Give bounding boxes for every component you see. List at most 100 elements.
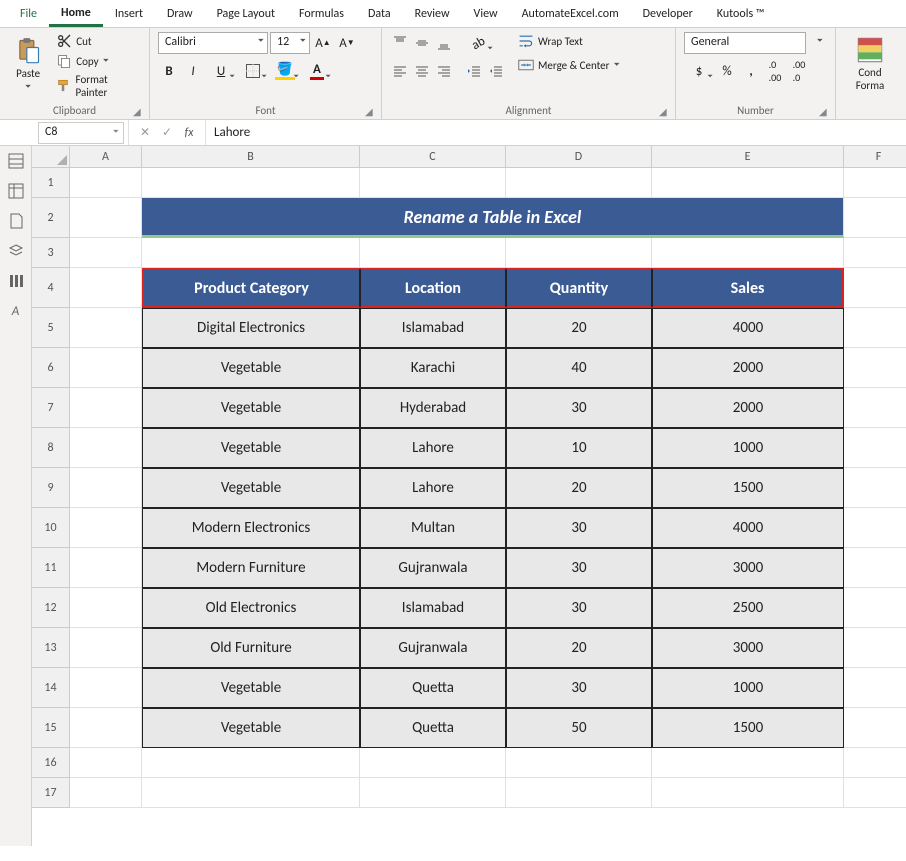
format-painter-button[interactable]: Format Painter bbox=[54, 72, 141, 100]
cell-F10[interactable] bbox=[844, 508, 906, 548]
title-banner[interactable]: Rename a Table in Excel bbox=[142, 198, 844, 238]
cell-F6[interactable] bbox=[844, 348, 906, 388]
cut-button[interactable]: Cut bbox=[54, 32, 141, 50]
cell-E1[interactable] bbox=[652, 168, 844, 198]
side-icon-6[interactable]: A bbox=[7, 302, 25, 320]
formula-input[interactable]: Lahore bbox=[206, 123, 906, 142]
table-cell[interactable]: Gujranwala bbox=[360, 548, 506, 588]
table-cell[interactable]: Multan bbox=[360, 508, 506, 548]
copy-button[interactable]: Copy ⏷ bbox=[54, 52, 141, 70]
merge-center-button[interactable]: Merge & Center ⏷ bbox=[516, 56, 622, 74]
cell-A8[interactable] bbox=[70, 428, 142, 468]
cell-F15[interactable] bbox=[844, 708, 906, 748]
increase-font-button[interactable]: A▲ bbox=[312, 32, 334, 54]
cell-A1[interactable] bbox=[70, 168, 142, 198]
cell-A15[interactable] bbox=[70, 708, 142, 748]
italic-button[interactable]: I bbox=[182, 60, 204, 82]
table-cell[interactable]: Quetta bbox=[360, 668, 506, 708]
decrease-font-button[interactable]: A▼ bbox=[336, 32, 358, 54]
cell-A14[interactable] bbox=[70, 668, 142, 708]
number-launcher-icon[interactable]: ◢ bbox=[819, 105, 831, 117]
cell-B3[interactable] bbox=[142, 238, 360, 268]
cell-D3[interactable] bbox=[506, 238, 652, 268]
col-header-B[interactable]: B bbox=[142, 146, 360, 168]
cell-A16[interactable] bbox=[70, 748, 142, 778]
table-cell[interactable]: 1000 bbox=[652, 668, 844, 708]
tab-home[interactable]: Home bbox=[49, 1, 103, 27]
decrease-decimal-button[interactable]: .00.0 bbox=[788, 60, 810, 82]
table-cell[interactable]: 1500 bbox=[652, 708, 844, 748]
row-header-4[interactable]: 4 bbox=[32, 268, 70, 308]
cell-D16[interactable] bbox=[506, 748, 652, 778]
cell-E17[interactable] bbox=[652, 778, 844, 808]
table-cell[interactable]: 30 bbox=[506, 548, 652, 588]
cell-A9[interactable] bbox=[70, 468, 142, 508]
insert-function-button[interactable]: fx bbox=[179, 123, 199, 143]
tab-developer[interactable]: Developer bbox=[631, 2, 705, 25]
align-top-button[interactable] bbox=[390, 32, 410, 54]
table-cell[interactable]: 4000 bbox=[652, 308, 844, 348]
cell-F8[interactable] bbox=[844, 428, 906, 468]
row-header-10[interactable]: 10 bbox=[32, 508, 70, 548]
table-cell[interactable]: Modern Furniture bbox=[142, 548, 360, 588]
table-cell[interactable]: Vegetable bbox=[142, 348, 360, 388]
table-cell[interactable]: 30 bbox=[506, 508, 652, 548]
table-cell[interactable]: 10 bbox=[506, 428, 652, 468]
cell-F13[interactable] bbox=[844, 628, 906, 668]
cell-A4[interactable] bbox=[70, 268, 142, 308]
row-header-17[interactable]: 17 bbox=[32, 778, 70, 808]
table-cell[interactable]: Hyderabad bbox=[360, 388, 506, 428]
table-header[interactable]: Product Category bbox=[142, 268, 360, 308]
cancel-formula-button[interactable]: ✕ bbox=[135, 123, 155, 143]
select-all-corner[interactable] bbox=[32, 146, 70, 168]
table-cell[interactable]: 3000 bbox=[652, 548, 844, 588]
wrap-text-button[interactable]: Wrap Text bbox=[516, 32, 622, 50]
align-bottom-button[interactable] bbox=[434, 32, 454, 54]
enter-formula-button[interactable]: ✓ bbox=[157, 123, 177, 143]
clipboard-launcher-icon[interactable]: ◢ bbox=[133, 105, 145, 117]
cell-B16[interactable] bbox=[142, 748, 360, 778]
table-cell[interactable]: 3000 bbox=[652, 628, 844, 668]
table-cell[interactable]: Karachi bbox=[360, 348, 506, 388]
tab-kutools[interactable]: Kutools ™ bbox=[705, 2, 777, 25]
conditional-formatting-button[interactable]: Cond Forma bbox=[844, 32, 896, 96]
align-left-button[interactable] bbox=[390, 60, 410, 82]
tab-view[interactable]: View bbox=[462, 2, 510, 25]
cell-D1[interactable] bbox=[506, 168, 652, 198]
cell-C3[interactable] bbox=[360, 238, 506, 268]
cell-A7[interactable] bbox=[70, 388, 142, 428]
table-cell[interactable]: 4000 bbox=[652, 508, 844, 548]
table-cell[interactable]: Old Electronics bbox=[142, 588, 360, 628]
table-cell[interactable]: Vegetable bbox=[142, 388, 360, 428]
cell-F9[interactable] bbox=[844, 468, 906, 508]
cell-F2[interactable] bbox=[844, 198, 906, 238]
table-cell[interactable]: 20 bbox=[506, 468, 652, 508]
row-header-5[interactable]: 5 bbox=[32, 308, 70, 348]
col-header-E[interactable]: E bbox=[652, 146, 844, 168]
table-cell[interactable]: 30 bbox=[506, 388, 652, 428]
row-header-1[interactable]: 1 bbox=[32, 168, 70, 198]
borders-button[interactable] bbox=[238, 60, 268, 82]
cell-F4[interactable] bbox=[844, 268, 906, 308]
table-cell[interactable]: 50 bbox=[506, 708, 652, 748]
alignment-launcher-icon[interactable]: ◢ bbox=[659, 105, 671, 117]
row-header-6[interactable]: 6 bbox=[32, 348, 70, 388]
align-center-button[interactable] bbox=[412, 60, 432, 82]
percent-format-button[interactable]: % bbox=[716, 60, 738, 82]
align-right-button[interactable] bbox=[434, 60, 454, 82]
tab-formulas[interactable]: Formulas bbox=[287, 2, 356, 25]
cell-C1[interactable] bbox=[360, 168, 506, 198]
col-header-A[interactable]: A bbox=[70, 146, 142, 168]
cell-A3[interactable] bbox=[70, 238, 142, 268]
row-header-7[interactable]: 7 bbox=[32, 388, 70, 428]
table-cell[interactable]: Vegetable bbox=[142, 668, 360, 708]
table-header[interactable]: Quantity bbox=[506, 268, 652, 308]
table-cell[interactable]: 20 bbox=[506, 628, 652, 668]
number-format-combo[interactable]: General bbox=[684, 32, 827, 54]
font-launcher-icon[interactable]: ◢ bbox=[365, 105, 377, 117]
comma-format-button[interactable]: , bbox=[740, 60, 762, 82]
table-cell[interactable]: Islamabad bbox=[360, 308, 506, 348]
table-cell[interactable]: Lahore bbox=[360, 428, 506, 468]
tab-draw[interactable]: Draw bbox=[155, 2, 205, 25]
row-header-3[interactable]: 3 bbox=[32, 238, 70, 268]
